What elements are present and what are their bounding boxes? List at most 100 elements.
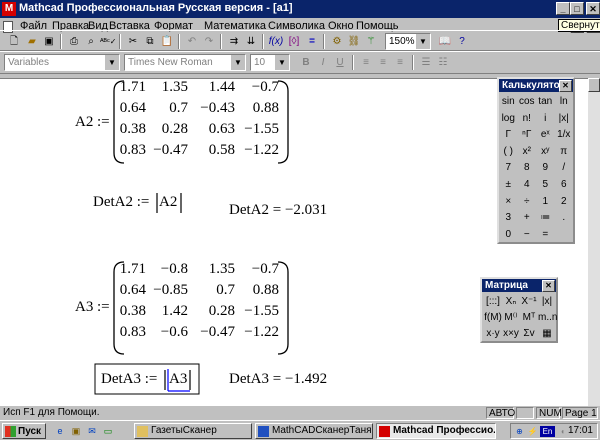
- calculator-palette[interactable]: Калькулятор ✕ sin cos tan ln log n! i |x| ΓⁿΓ eˣ 1…: [497, 77, 575, 244]
- matrix-cell[interactable]: −0.7: [252, 79, 279, 96]
- palette-key[interactable]: −: [518, 227, 537, 243]
- language-indicator[interactable]: En: [540, 426, 555, 437]
- palette-key[interactable]: ±: [499, 177, 518, 193]
- task-button-gazety[interactable]: ГазетыСканер: [134, 423, 252, 439]
- palette-key[interactable]: 3: [499, 210, 518, 226]
- save-icon[interactable]: ▣: [41, 34, 57, 49]
- volume-tray-icon[interactable]: ◖: [557, 426, 568, 437]
- chevron-down-icon[interactable]: ▼: [416, 34, 430, 49]
- palette-key[interactable]: 0: [499, 227, 518, 243]
- matrix-palette[interactable]: Матрица ✕ [:::] Xₙ X⁻¹ |x| f(M) M⁽⁾ Mᵀ m..n x·y x…: [480, 277, 558, 343]
- palette-key[interactable]: tan: [536, 94, 555, 110]
- palette-key[interactable]: π: [555, 144, 574, 160]
- matrix-cell[interactable]: 1.42: [162, 303, 188, 320]
- chevron-down-icon[interactable]: ▼: [231, 55, 245, 70]
- undo-icon[interactable]: ↶: [184, 34, 200, 49]
- matrix-cell[interactable]: −0.47: [200, 324, 235, 341]
- outlook-quicklaunch-icon[interactable]: ✉: [85, 424, 99, 438]
- matrix-cell[interactable]: 0.28: [209, 303, 235, 320]
- task-button-mathcad[interactable]: Mathcad Профессио...: [376, 423, 496, 439]
- cut-icon[interactable]: ✂: [125, 34, 141, 49]
- matrix-cell[interactable]: 0.88: [253, 100, 279, 117]
- palette-key[interactable]: ÷: [518, 194, 537, 210]
- matrix-cell[interactable]: 0.88: [253, 282, 279, 299]
- palette-key[interactable]: ln: [555, 94, 574, 110]
- copy-icon[interactable]: ⧉: [142, 34, 158, 49]
- matrix-cell[interactable]: 1.71: [120, 261, 146, 278]
- matrix-cell[interactable]: 1.44: [209, 79, 235, 96]
- matrix-cell[interactable]: 0.7: [169, 100, 188, 117]
- palette-key[interactable]: Σv: [520, 326, 538, 342]
- matrix-cell[interactable]: 0.64: [120, 100, 146, 117]
- matrix-cell[interactable]: −1.22: [244, 324, 279, 341]
- insert-unit-icon[interactable]: [◊]: [286, 34, 302, 49]
- matrix-cell[interactable]: 0.83: [120, 142, 146, 159]
- palette-key[interactable]: 8: [518, 160, 537, 176]
- palette-key[interactable]: log: [499, 111, 518, 127]
- matrix-cell[interactable]: −0.47: [153, 142, 188, 159]
- scrollbar-thumb[interactable]: [588, 78, 600, 92]
- palette-key[interactable]: 4: [518, 177, 537, 193]
- desktop-quicklaunch-icon[interactable]: ▭: [101, 424, 115, 438]
- vertical-scrollbar[interactable]: [588, 78, 600, 406]
- spell-check-icon[interactable]: ᴬᴮᶜ✓: [100, 34, 116, 49]
- palette-key[interactable]: m..n: [538, 310, 557, 326]
- palette-key[interactable]: ▦: [538, 326, 556, 342]
- align-down-icon[interactable]: ⇊: [243, 34, 259, 49]
- det-a2-argument[interactable]: A2: [159, 194, 177, 211]
- det-a3-result[interactable]: DetA3 = −1.492: [229, 371, 327, 388]
- palette-key[interactable]: x·y: [484, 326, 502, 342]
- matrix-palette-title-bar[interactable]: Матрица ✕: [482, 279, 556, 292]
- close-button[interactable]: ✕: [586, 2, 600, 15]
- paste-icon[interactable]: 📋: [159, 34, 175, 49]
- print-icon[interactable]: ⎙: [66, 34, 82, 49]
- font-size-select[interactable]: 10 ▼: [250, 54, 290, 71]
- ie-quicklaunch-icon[interactable]: e: [53, 424, 67, 438]
- calculate-icon[interactable]: =: [304, 34, 320, 49]
- chevron-down-icon[interactable]: ▼: [275, 55, 289, 70]
- det-a2-result[interactable]: DetA2 = −2.031: [229, 202, 327, 219]
- matrix-cell[interactable]: 0.63: [209, 121, 235, 138]
- palette-key[interactable]: Xₙ: [502, 294, 520, 310]
- align-across-icon[interactable]: ⇉: [226, 34, 242, 49]
- calculator-title-bar[interactable]: Калькулятор ✕: [499, 79, 573, 92]
- maximize-button[interactable]: □: [570, 2, 584, 15]
- palette-key[interactable]: |x|: [555, 111, 574, 127]
- insert-component-icon[interactable]: ⚚: [363, 34, 379, 49]
- italic-button[interactable]: I: [315, 55, 331, 70]
- print-preview-icon[interactable]: ⌕: [83, 34, 99, 49]
- matrix-cell[interactable]: 0.58: [209, 142, 235, 159]
- explorer-quicklaunch-icon[interactable]: ▣: [69, 424, 83, 438]
- new-document-icon[interactable]: 🗋: [6, 34, 22, 49]
- a3-label[interactable]: A3: [75, 299, 93, 316]
- palette-key[interactable]: 2: [555, 194, 574, 210]
- matrix-cell[interactable]: 0.64: [120, 282, 146, 299]
- matrix-cell[interactable]: 0.38: [120, 121, 146, 138]
- underline-button[interactable]: U: [332, 55, 348, 70]
- palette-key[interactable]: M⁽⁾: [502, 310, 520, 326]
- palette-key[interactable]: Mᵀ: [520, 310, 538, 326]
- help-icon[interactable]: ?: [454, 34, 470, 49]
- align-right-icon[interactable]: ≡: [392, 55, 408, 70]
- palette-key[interactable]: 1: [536, 194, 555, 210]
- matrix-cell[interactable]: −0.85: [153, 282, 188, 299]
- palette-key[interactable]: 1/x: [555, 127, 574, 143]
- matrix-cell[interactable]: 1.35: [162, 79, 188, 96]
- matrix-cell[interactable]: −0.8: [161, 261, 188, 278]
- palette-key[interactable]: x²: [518, 144, 537, 160]
- matrix-cell[interactable]: −1.55: [244, 303, 279, 320]
- palette-key[interactable]: 5: [536, 177, 555, 193]
- palette-key[interactable]: x×y: [502, 326, 520, 342]
- palette-key[interactable]: Γ: [499, 127, 518, 143]
- minimize-button[interactable]: _: [556, 2, 570, 15]
- palette-key[interactable]: 7: [499, 160, 518, 176]
- network-tray-icon[interactable]: ⊕: [514, 426, 525, 437]
- palette-key[interactable]: .: [555, 210, 574, 226]
- palette-key[interactable]: /: [555, 160, 574, 176]
- insert-function-icon[interactable]: f(x): [268, 34, 284, 49]
- align-center-icon[interactable]: ≡: [375, 55, 391, 70]
- matrix-cell[interactable]: 0.38: [120, 303, 146, 320]
- close-icon[interactable]: ✕: [559, 80, 572, 92]
- palette-key[interactable]: +: [518, 210, 537, 226]
- redo-icon[interactable]: ↷: [201, 34, 217, 49]
